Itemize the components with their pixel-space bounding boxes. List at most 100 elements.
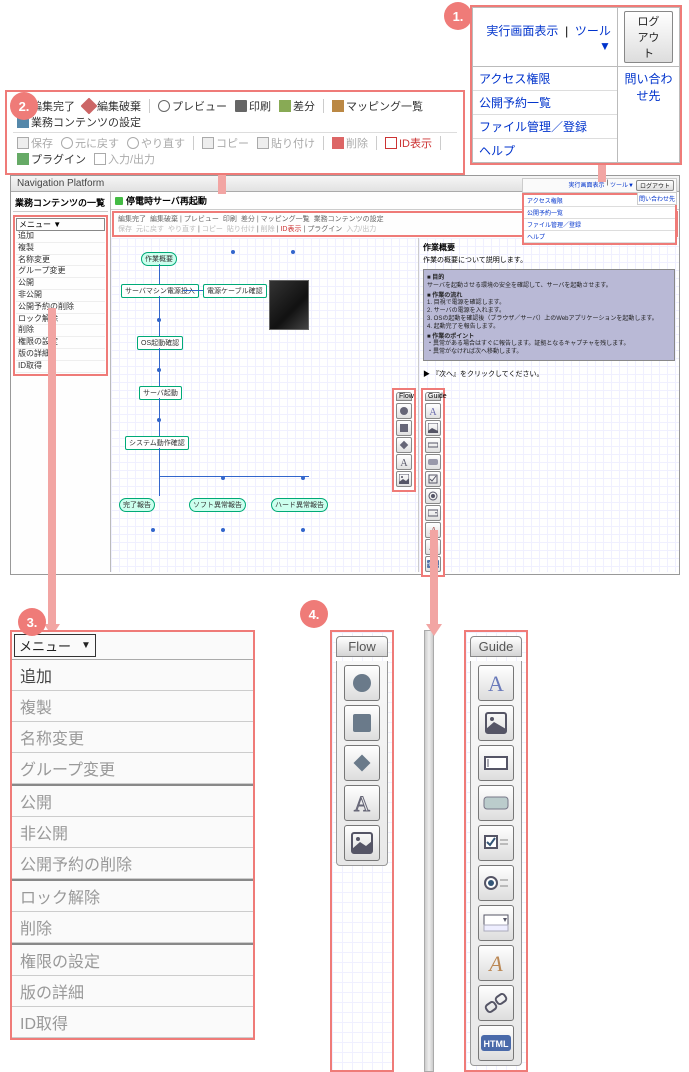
palette-divider[interactable] bbox=[424, 630, 434, 1072]
menu-item-publish[interactable]: 公開 bbox=[12, 784, 253, 817]
svg-text:HTML: HTML bbox=[484, 1039, 509, 1049]
svg-text:A: A bbox=[400, 458, 408, 467]
flow-node[interactable]: OS起動確認 bbox=[137, 336, 183, 350]
tb-save[interactable]: 保存 bbox=[17, 135, 53, 151]
mini-menu-item[interactable]: ロック解除 bbox=[16, 314, 105, 326]
mini-menu-item[interactable]: 版の詳細 bbox=[16, 349, 105, 361]
tb-diff[interactable]: 差分 bbox=[279, 98, 315, 114]
callout-3-menu: メニュー▼ 追加 複製 名称変更 グループ変更 公開 非公開 公開予約の削除 ロ… bbox=[10, 630, 255, 1040]
tb-paste[interactable]: 貼り付け bbox=[257, 135, 315, 151]
menu-item-permission[interactable]: 権限の設定 bbox=[12, 943, 253, 976]
flow-tool-diamond[interactable] bbox=[396, 437, 412, 453]
menu-dropdown-head[interactable]: メニュー▼ bbox=[14, 634, 96, 657]
tb-biz-settings[interactable]: 業務コンテンツの設定 bbox=[17, 114, 141, 130]
flow-tool-text[interactable]: A bbox=[344, 785, 380, 821]
guide-tool-style[interactable]: A bbox=[478, 945, 514, 981]
flow-tool-circle[interactable] bbox=[396, 403, 412, 419]
tb-edit-discard[interactable]: 編集破棄 bbox=[83, 98, 141, 114]
tb-io[interactable]: 入力/出力 bbox=[94, 151, 155, 167]
tb-print[interactable]: 印刷 bbox=[235, 98, 271, 114]
guide-tool-link[interactable] bbox=[478, 985, 514, 1021]
arrow-4 bbox=[430, 530, 438, 626]
guide-tool-textbox[interactable] bbox=[425, 437, 441, 453]
svg-text:A: A bbox=[488, 671, 504, 695]
mini-menu-item[interactable]: 削除 bbox=[16, 325, 105, 337]
guide-tool-button[interactable] bbox=[425, 454, 441, 470]
callout-bubble-3: 3. bbox=[18, 608, 46, 636]
guide-tool-text[interactable]: A bbox=[425, 403, 441, 419]
tb-copy[interactable]: コピー bbox=[202, 135, 249, 151]
guide-tool-text[interactable]: A bbox=[478, 665, 514, 701]
guide-tool-radio[interactable] bbox=[425, 488, 441, 504]
flow-node[interactable]: 電源ケーブル確認 bbox=[203, 284, 267, 298]
tb-preview[interactable]: プレビュー bbox=[158, 98, 227, 114]
link-reserve[interactable]: 公開予約一覧 bbox=[473, 91, 617, 115]
menu-item-getid[interactable]: ID取得 bbox=[12, 1007, 253, 1038]
mini-menu-item[interactable]: 非公開 bbox=[16, 290, 105, 302]
sidebar-menu-box: メニュー ▼ 追加 複製 名称変更 グループ変更 公開 非公開 公開予約の削除 … bbox=[13, 215, 108, 376]
tb-delete[interactable]: 削除 bbox=[332, 135, 368, 151]
sidebar-menu-dropdown[interactable]: メニュー ▼ bbox=[16, 218, 105, 231]
flow-tool-text[interactable]: A bbox=[396, 454, 412, 470]
menu-item-duplicate[interactable]: 複製 bbox=[12, 691, 253, 722]
flow-tool-square[interactable] bbox=[396, 420, 412, 436]
flow-node[interactable]: サーバ起動 bbox=[139, 386, 182, 400]
menu-item-unlock[interactable]: ロック解除 bbox=[12, 879, 253, 912]
tb-redo[interactable]: やり直す bbox=[127, 135, 185, 151]
guide-panel: ■ 目的 サーバを起動させる環境の安全を確認して、サーバを起動させます。 ■ 作… bbox=[423, 269, 675, 361]
link-access[interactable]: アクセス権限 bbox=[473, 67, 617, 91]
menu-item-del-reserve[interactable]: 公開予約の削除 bbox=[12, 848, 253, 879]
flow-tool-diamond[interactable] bbox=[344, 745, 380, 781]
tb-mapping[interactable]: マッピング一覧 bbox=[332, 98, 423, 114]
mini-menu-item[interactable]: 名称変更 bbox=[16, 255, 105, 267]
flow-tool-square[interactable] bbox=[344, 705, 380, 741]
contact-link[interactable]: 問い合わせ先 bbox=[624, 72, 672, 103]
exec-view-link[interactable]: 実行画面表示 bbox=[486, 24, 558, 38]
callout-1-header-menu: 実行画面表示 | ツール▼ ログアウト アクセス権限 公開予約一覧 ファイル管理… bbox=[470, 5, 682, 165]
tb-plugin[interactable]: プラグイン bbox=[17, 151, 86, 167]
menu-item-rename[interactable]: 名称変更 bbox=[12, 722, 253, 753]
guide-pane: 作業概要 作業の概要について説明します。 ■ 目的 サーバを起動させる環境の安全… bbox=[419, 238, 679, 572]
flow-node[interactable]: システム動作確認 bbox=[125, 436, 189, 450]
flow-image bbox=[269, 280, 309, 330]
mini-menu-item[interactable]: 追加 bbox=[16, 231, 105, 243]
mini-menu-item[interactable]: ID取得 bbox=[16, 361, 105, 373]
flow-end[interactable]: ハード異常報告 bbox=[271, 498, 328, 512]
mini-menu-item[interactable]: グループ変更 bbox=[16, 266, 105, 278]
guide-tool-radio[interactable] bbox=[478, 865, 514, 901]
guide-tool-checkbox[interactable] bbox=[478, 825, 514, 861]
menu-item-delete[interactable]: 削除 bbox=[12, 912, 253, 943]
tools-dropdown[interactable]: ツール▼ bbox=[575, 24, 611, 53]
flow-tool-circle[interactable] bbox=[344, 665, 380, 701]
guide-tool-checkbox[interactable] bbox=[425, 471, 441, 487]
guide-tool-html[interactable]: HTML bbox=[478, 1025, 514, 1061]
tb-id-view[interactable]: ID表示 bbox=[385, 135, 432, 151]
guide-tool-image[interactable] bbox=[425, 420, 441, 436]
mini-menu-item[interactable]: 公開予約の削除 bbox=[16, 302, 105, 314]
link-help[interactable]: ヘルプ bbox=[473, 139, 617, 162]
guide-tool-image[interactable] bbox=[478, 705, 514, 741]
mini-menu-item[interactable]: 公開 bbox=[16, 278, 105, 290]
menu-item-unpublish[interactable]: 非公開 bbox=[12, 817, 253, 848]
menu-item-add[interactable]: 追加 bbox=[12, 660, 253, 691]
flow-tool-image[interactable] bbox=[344, 825, 380, 861]
guide-tool-textbox[interactable] bbox=[478, 745, 514, 781]
guide-tool-dropdown[interactable] bbox=[478, 905, 514, 941]
logout-button[interactable]: ログアウト bbox=[624, 11, 673, 63]
sidebar-menu-list: 追加 複製 名称変更 グループ変更 公開 非公開 公開予約の削除 ロック解除 削… bbox=[16, 231, 105, 373]
sidebar-title: 業務コンテンツの一覧 bbox=[13, 194, 108, 212]
mini-menu-item[interactable]: 権限の設定 bbox=[16, 337, 105, 349]
mini-flow-palette: Flow A bbox=[392, 388, 416, 492]
menu-item-group[interactable]: グループ変更 bbox=[12, 753, 253, 784]
content-title: 停電時サーバ再起動 bbox=[126, 194, 207, 207]
flow-end[interactable]: ソフト異常報告 bbox=[189, 498, 246, 512]
flow-canvas[interactable]: 作業概要 サーバマシン電源投入 電源ケーブル確認 OS起動確認 サーバ起動 シス… bbox=[111, 238, 419, 572]
guide-tool-dropdown[interactable] bbox=[425, 505, 441, 521]
guide-tool-button[interactable] bbox=[478, 785, 514, 821]
callout-2-toolbar: 編集完了 編集破棄 プレビュー 印刷 差分 マッピング一覧 業務コンテンツの設定… bbox=[5, 90, 465, 175]
tb-undo[interactable]: 元に戻す bbox=[61, 135, 119, 151]
flow-tool-image[interactable] bbox=[396, 471, 412, 487]
flow-end[interactable]: 完了報告 bbox=[119, 498, 155, 512]
mini-menu-item[interactable]: 複製 bbox=[16, 243, 105, 255]
link-filemgr[interactable]: ファイル管理／登録 bbox=[473, 115, 617, 139]
